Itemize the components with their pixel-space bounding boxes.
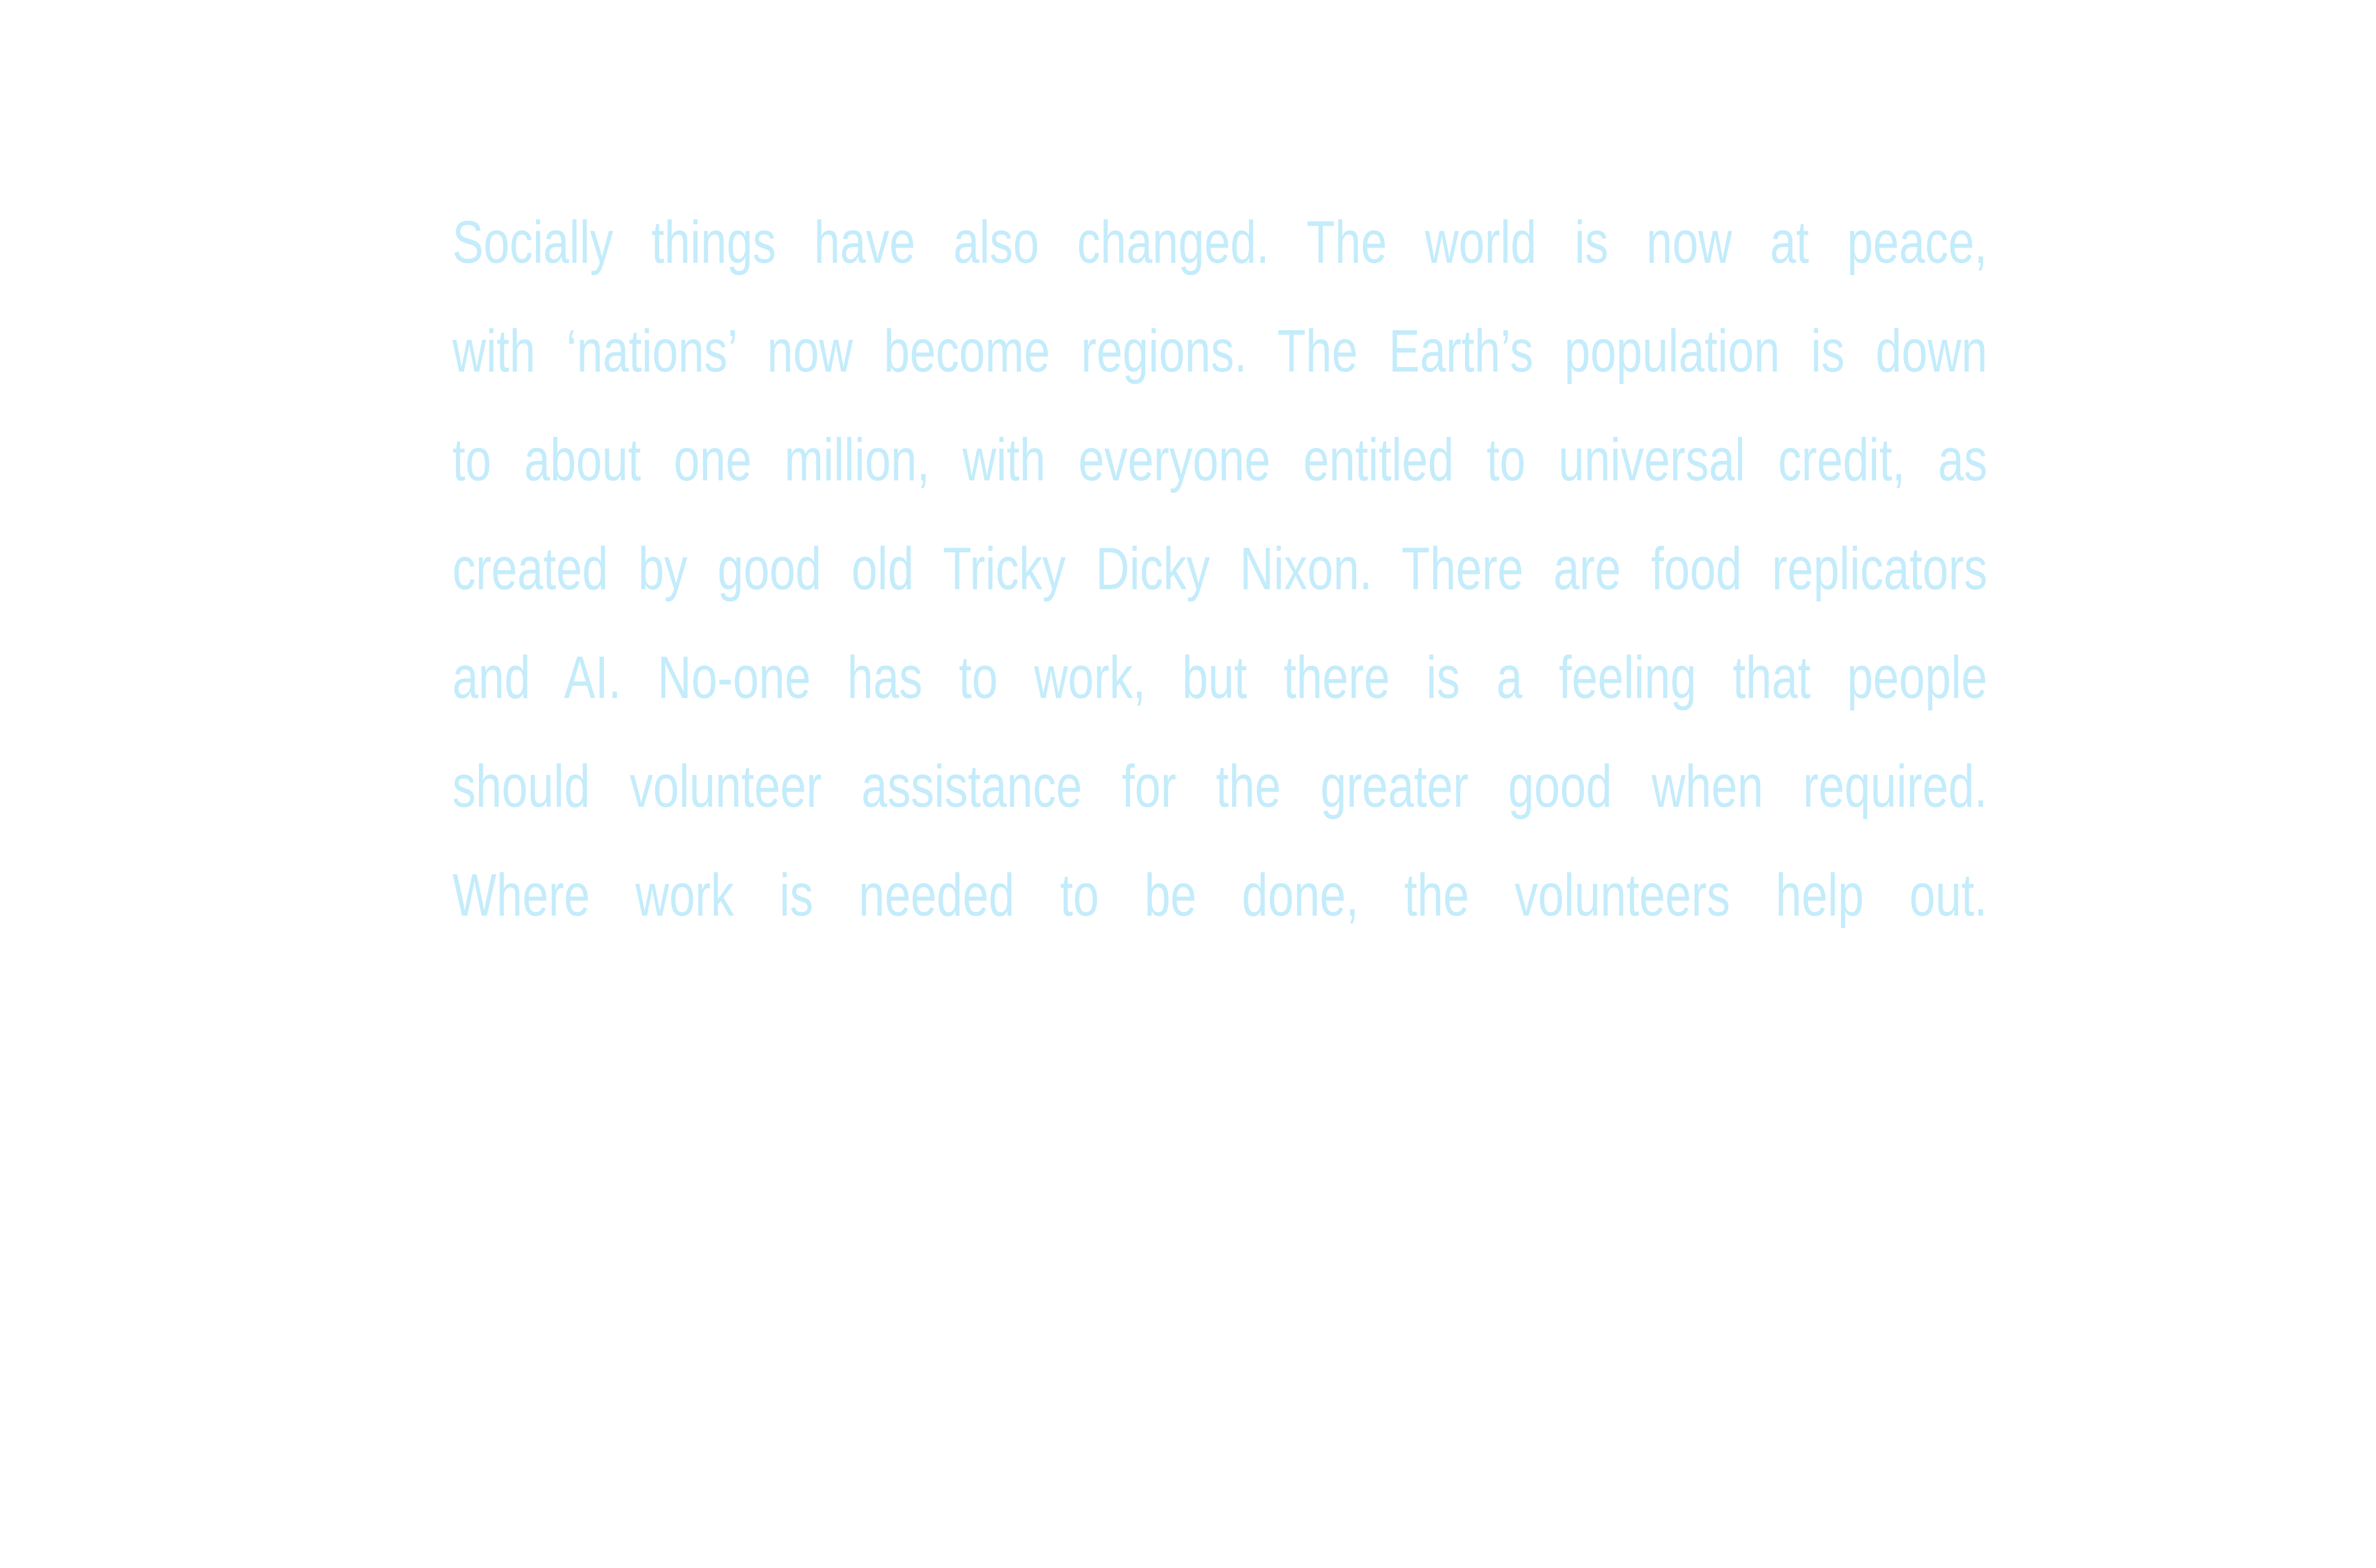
paragraph-line-2: with ‘nations’ now become regions. The E… <box>452 317 1987 384</box>
paragraph-line-4: created by good old Tricky Dicky Nixon. … <box>452 535 1987 602</box>
paragraph-line-6: should volunteer assistance for the grea… <box>452 753 1987 820</box>
paragraph-line-3: to about one million, with everyone enti… <box>452 426 1987 493</box>
body-paragraph: Socially things have also changed. The w… <box>452 188 1987 949</box>
paragraph-line-7: Where work is needed to be done, the vol… <box>452 861 1987 928</box>
paragraph-line-1: Socially things have also changed. The w… <box>452 209 1987 276</box>
paragraph-line-5: and AI. No-one has to work, but there is… <box>452 644 1987 711</box>
document-page: Socially things have also changed. The w… <box>0 0 2376 1568</box>
